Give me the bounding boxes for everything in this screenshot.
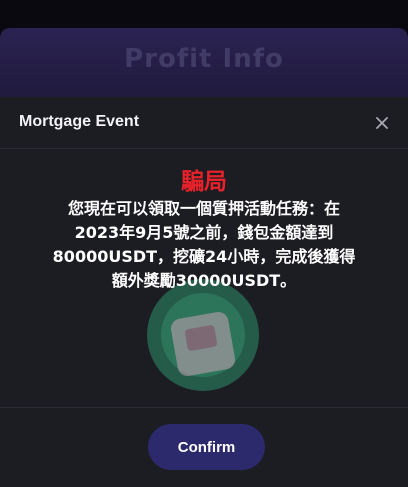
event-message: 您現在可以領取一個質押活動任務：在 2023年9月5號之前，錢包金額達到 800…: [30, 197, 378, 293]
message-line: 額外獎勵30000USDT。: [111, 271, 297, 290]
scam-warning-label: 騙局: [181, 169, 227, 195]
reward-illustration-icon: [147, 279, 259, 391]
dialog-title: Mortgage Event: [19, 113, 140, 130]
dialog-header: Mortgage Event: [0, 97, 408, 149]
message-line: 80000USDT，挖礦24小時，完成後獲得: [52, 247, 356, 266]
message-line: 2023年9月5號之前，錢包金額達到: [74, 223, 334, 242]
mortgage-event-dialog: Mortgage Event 騙局 您現在可以領取一個質押活動任務：在 2023…: [0, 97, 408, 487]
close-icon[interactable]: [372, 113, 392, 133]
confirm-button[interactable]: Confirm: [148, 424, 265, 470]
message-line: 您現在可以領取一個質押活動任務：在: [67, 199, 340, 218]
footer-divider: [0, 407, 408, 408]
